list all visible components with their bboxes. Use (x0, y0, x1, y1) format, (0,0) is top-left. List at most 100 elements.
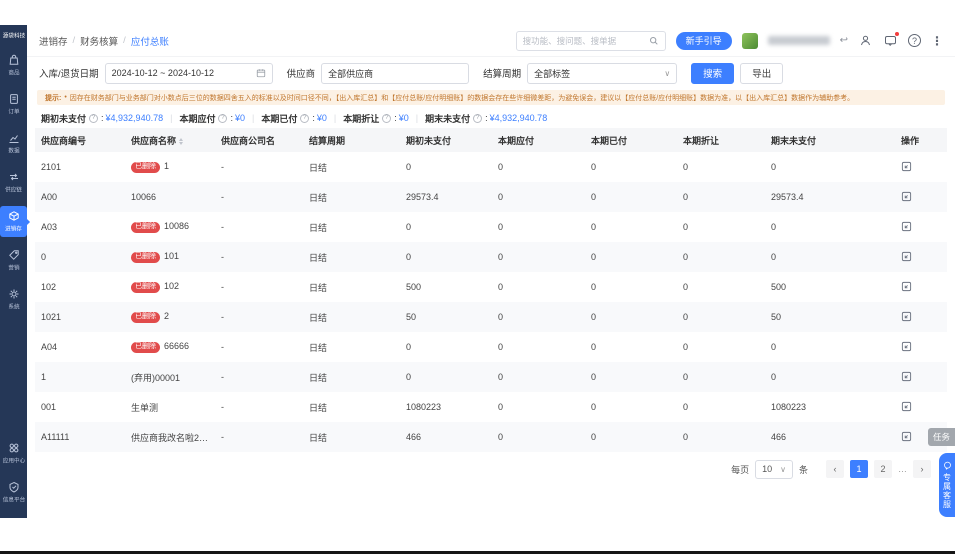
pagination: 每页 10 ∨ 条 ‹ 1 2 … › (27, 452, 955, 486)
sidebar-item-marketing[interactable]: 营销 (0, 245, 27, 276)
task-tab[interactable]: 任务 (927, 428, 955, 446)
app-window: 源袋科技 商品 订单 数据 供应链 进销存 营销 系统 应用中心 信息平台 进销… (0, 25, 955, 518)
per-page-select[interactable]: 10 ∨ (755, 459, 793, 479)
table-row: 001 生单测 - 日结 1080223 0 0 0 1080223 (35, 392, 947, 422)
cell-name: 已删除 1 (125, 152, 215, 182)
beginner-guide-button[interactable]: 新手引导 (675, 31, 732, 50)
search-button[interactable]: 搜索 (691, 62, 735, 84)
cell-name: 生单测 (125, 392, 215, 422)
cell-name: 10066 (125, 182, 215, 212)
view-detail-icon[interactable] (901, 401, 912, 412)
view-detail-icon[interactable] (901, 371, 912, 382)
page-ellipsis[interactable]: … (898, 464, 907, 474)
cell-discount: 0 (683, 312, 689, 322)
avatar[interactable] (741, 32, 758, 49)
swap-arrows-icon (9, 173, 18, 181)
breadcrumb-item[interactable]: 财务核算 (80, 34, 118, 48)
sort-icon[interactable] (179, 137, 184, 145)
column-header: 期末未支付 (765, 128, 895, 152)
help-circle-icon[interactable]: ? (473, 113, 483, 123)
page-button-2[interactable]: 2 (874, 460, 892, 478)
view-detail-icon[interactable] (901, 281, 912, 292)
summary-colon: : (230, 113, 233, 123)
sidebar-item-data[interactable]: 数据 (0, 128, 27, 159)
view-detail-icon[interactable] (901, 251, 912, 262)
cell-discount: 0 (683, 252, 689, 262)
table-row: 102 已删除 102 - 日结 500 0 0 0 500 (35, 272, 947, 302)
table-row: A03 已删除 10086 - 日结 0 0 0 0 0 (35, 212, 947, 242)
more-menu-icon[interactable]: ⋮ (931, 34, 943, 48)
table-row: 1 (弃用)00001 - 日结 0 0 0 0 0 (35, 362, 947, 392)
help-circle-icon[interactable]: ? (382, 113, 392, 123)
help-circle-icon[interactable]: ? (89, 113, 99, 123)
date-range-input[interactable]: 2024-10-12 ~ 2024-10-12 (104, 62, 273, 84)
sidebar-item-system[interactable]: 系统 (0, 284, 27, 315)
cell-name: 供应商我改名啦2333 (125, 422, 215, 452)
chevron-down-icon: ∨ (780, 464, 786, 474)
cell-begin: 0 (406, 222, 412, 232)
breadcrumb-item[interactable]: 进销存 (39, 34, 68, 48)
view-detail-icon[interactable] (901, 221, 912, 232)
cell-end: 0 (771, 252, 777, 262)
summary-value: ¥0 (316, 113, 327, 123)
table-body: 2101 已删除 1- 日结 0 0 0 0 0 A00 10066- 日结 29573.4 0 0 0 29… (35, 152, 947, 452)
cell-name: 已删除 2 (125, 302, 215, 332)
username-redacted[interactable] (767, 36, 830, 45)
sidebar-item-info-platform[interactable]: 信息平台 (0, 477, 27, 508)
document-icon (9, 94, 18, 104)
bag-icon (9, 54, 18, 65)
deleted-badge: 已删除 (131, 282, 160, 293)
column-header-label: 本期已付 (591, 135, 628, 146)
customer-service-tab[interactable]: 专属客服 (939, 453, 955, 517)
summary-separator: | (170, 113, 173, 123)
cell-begin: 466 (406, 432, 422, 442)
sidebar-item-app-center[interactable]: 应用中心 (0, 438, 27, 469)
main-area: 进销存 / 财务核算 / 应付总账 新手引导 ↩ (27, 25, 955, 518)
sidebar-item-goods[interactable]: 商品 (0, 50, 27, 81)
cell-operation (895, 272, 947, 302)
supplier-name: 101 (164, 251, 180, 262)
cell-paid: 0 (591, 222, 597, 232)
search-icon[interactable] (649, 36, 659, 46)
cell-code: 2101 (41, 162, 62, 172)
breadcrumb-separator: / (72, 35, 76, 46)
sidebar-item-inventory[interactable]: 进销存 (0, 206, 27, 237)
export-button[interactable]: 导出 (740, 62, 784, 84)
global-search-input[interactable] (522, 35, 645, 46)
page-button-1[interactable]: 1 (850, 460, 868, 478)
back-arrow-icon[interactable]: ↩ (840, 35, 848, 46)
table-header-row: 供应商编号 供应商名称 供应商公司名 结算周期 期初未支付 本期应付 本期已付 本期折让 期末未… (35, 128, 947, 152)
next-page-button[interactable]: › (913, 460, 931, 478)
column-header-label: 期初未支付 (406, 135, 452, 146)
cell-begin: 0 (406, 252, 412, 262)
support-icon[interactable] (858, 33, 873, 48)
sidebar-item-orders[interactable]: 订单 (0, 89, 27, 120)
supplier-name: 10086 (164, 221, 190, 232)
message-icon[interactable] (883, 31, 900, 48)
cell-payable: 0 (498, 162, 504, 172)
cell-discount: 0 (683, 162, 689, 172)
help-circle-icon[interactable]: ? (300, 113, 310, 123)
view-detail-icon[interactable] (901, 191, 912, 202)
cell-name: 已删除 101 (125, 242, 215, 272)
view-detail-icon[interactable] (901, 341, 912, 352)
table-row: 2101 已删除 1 - 日结 0 0 0 0 0 (35, 152, 947, 182)
view-detail-icon[interactable] (901, 311, 912, 322)
prev-page-button[interactable]: ‹ (826, 460, 844, 478)
cell-discount: 0 (683, 222, 689, 232)
cell-end: 1080223 (771, 402, 807, 412)
sidebar-item-supply-chain[interactable]: 供应链 (0, 167, 27, 198)
summary-value: ¥4,932,940.78 (105, 113, 164, 123)
cell-company: - (221, 252, 224, 262)
column-header-label: 本期折让 (683, 135, 720, 146)
table-row: 1021 已删除 2 - 日结 50 0 0 0 50 (35, 302, 947, 332)
help-icon[interactable]: ? (908, 34, 921, 47)
view-detail-icon[interactable] (901, 161, 912, 172)
supplier-input[interactable]: 全部供应商 (321, 62, 470, 84)
page-buttons: ‹ 1 2 … › (826, 460, 931, 478)
cell-company: - (221, 222, 224, 232)
help-circle-icon[interactable]: ? (218, 113, 228, 123)
period-select[interactable]: 全部标签 ∨ (527, 62, 678, 84)
cell-begin: 29573.4 (406, 192, 439, 202)
view-detail-icon[interactable] (901, 431, 912, 442)
